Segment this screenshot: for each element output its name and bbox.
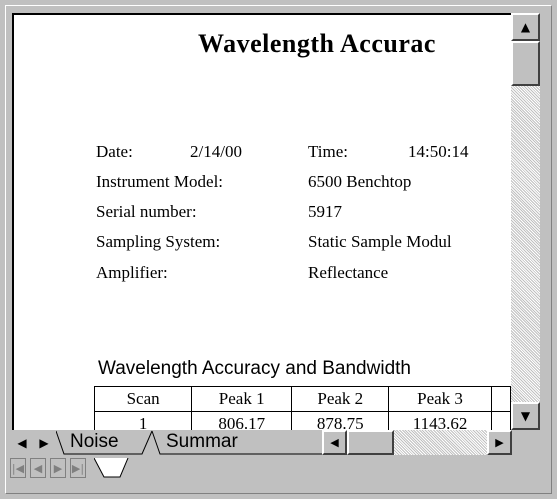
previous-sheet-button[interactable]: ◀ [30, 458, 46, 478]
report-sheet: Wavelength Accurac Date: 2/14/00 Time: 1… [12, 13, 511, 430]
arrow-up-icon: ▲ [520, 20, 531, 34]
tab-summary[interactable]: Summar [166, 430, 238, 454]
vertical-scroll-thumb[interactable] [511, 41, 540, 86]
arrow-right-icon: ▶ [39, 435, 49, 450]
horizontal-scroll-thumb[interactable] [347, 430, 394, 455]
serial-label: Serial number: [96, 202, 197, 221]
results-table: Scan Peak 1 Peak 2 Peak 3 1 806.17 878.7… [93, 386, 511, 430]
table-header: Peak 3 [388, 386, 492, 412]
time-value: 14:50:14 [408, 142, 469, 161]
previous-icon: ◀ [33, 461, 43, 475]
arrow-left-icon: ◀ [330, 436, 339, 449]
report-title: Wavelength Accurac [198, 29, 436, 58]
date-value: 2/14/00 [190, 142, 242, 161]
last-sheet-button[interactable]: ▶| [70, 458, 86, 478]
arrow-down-icon: ▼ [520, 409, 531, 423]
model-label: Instrument Model: [96, 172, 224, 191]
section-heading: Wavelength Accuracy and Bandwidth [98, 358, 411, 379]
horizontal-scrollbar[interactable]: ◀ ▶ [322, 430, 512, 455]
scroll-up-button[interactable]: ▲ [511, 13, 540, 41]
model-value: 6500 Benchtop [308, 172, 412, 191]
table-header: Peak 2 [291, 386, 390, 412]
table-cell: 1 [93, 411, 193, 430]
table-cell: 806.17 [191, 411, 293, 430]
arrow-right-icon: ▶ [495, 436, 504, 449]
sampling-label: Sampling System: [96, 232, 221, 251]
table-header: Peak 1 [191, 386, 293, 412]
table-header-row: Scan Peak 1 Peak 2 Peak 3 [93, 386, 511, 412]
serial-value: 5917 [308, 202, 342, 221]
table-row: 1 806.17 878.75 1143.62 [93, 411, 511, 430]
time-label: Time: [308, 142, 349, 161]
sheet-navigation: |◀ ◀ ▶ ▶| [10, 458, 270, 478]
next-icon: ▶ [53, 461, 63, 475]
table-cell: 1143.62 [388, 411, 492, 430]
amplifier-value: Reflectance [308, 263, 389, 282]
vertical-scrollbar[interactable]: ▲ ▼ [511, 13, 540, 430]
empty-sheet-tab [94, 458, 129, 478]
last-icon: ▶| [71, 461, 85, 475]
first-icon: |◀ [11, 461, 25, 475]
scroll-right-button[interactable]: ▶ [487, 430, 512, 455]
sampling-value: Static Sample Modul [308, 232, 452, 251]
date-label: Date: [96, 142, 133, 161]
table-header: Scan [93, 386, 193, 412]
sheet-tabs: Noise Summar [56, 430, 322, 455]
first-sheet-button[interactable]: |◀ [10, 458, 26, 478]
next-sheet-button[interactable]: ▶ [50, 458, 66, 478]
table-cell [490, 411, 511, 430]
tab-scroll-right-button[interactable]: ▶ [34, 430, 54, 455]
spreadsheet-window: Wavelength Accurac Date: 2/14/00 Time: 1… [0, 0, 557, 499]
scroll-down-button[interactable]: ▼ [511, 402, 540, 430]
arrow-left-icon: ◀ [17, 435, 27, 450]
amplifier-label: Amplifier: [96, 263, 168, 282]
tab-noise[interactable]: Noise [70, 430, 119, 454]
table-header [490, 386, 511, 412]
scroll-left-button[interactable]: ◀ [322, 430, 347, 455]
sheet-tab-bar: ◀ ▶ Noise Summar ◀ ▶ [12, 430, 540, 455]
table-cell: 878.75 [291, 411, 390, 430]
tab-scroll-left-button[interactable]: ◀ [12, 430, 32, 455]
